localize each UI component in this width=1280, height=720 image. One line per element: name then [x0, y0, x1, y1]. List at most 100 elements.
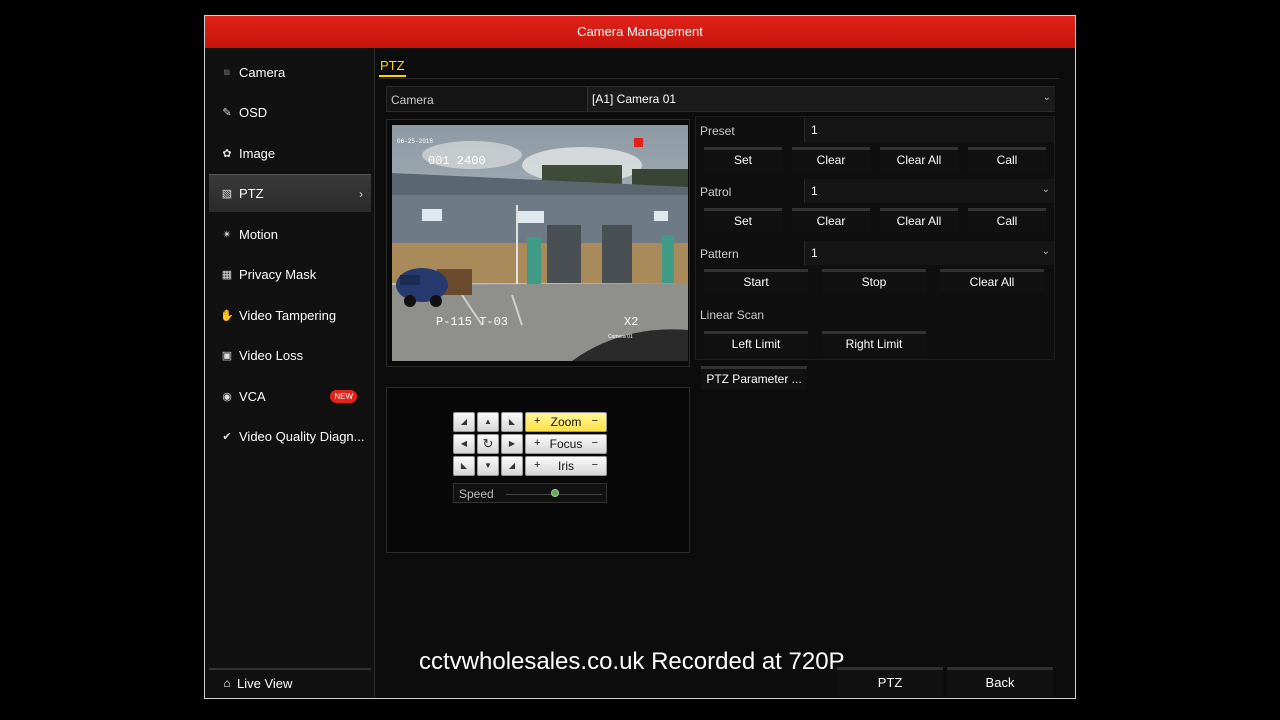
speed-slider[interactable]: Speed [453, 483, 607, 503]
preset-clear-button[interactable]: Clear [792, 147, 870, 171]
ptz-parameter-button[interactable]: PTZ Parameter ... [701, 366, 807, 390]
ptz-settings-panel: Preset 1 Set Clear Clear All Call Patrol… [695, 116, 1055, 360]
sidebar-item-video-loss[interactable]: ▣ Video Loss [209, 336, 371, 374]
arrow-down-right-icon: ◢ [508, 461, 516, 470]
patrol-call-button[interactable]: Call [968, 208, 1046, 232]
preset-call-button[interactable]: Call [968, 147, 1046, 171]
patrol-label: Patrol [700, 185, 732, 199]
pan-up-left-button[interactable]: ◢ [453, 412, 475, 432]
sidebar: ◾ Camera ✎ OSD ✿ Image ▧ PTZ › ✴ Motion … [205, 48, 375, 698]
osd-icon: ✎ [222, 106, 232, 119]
privacy-mask-icon: ▦ [221, 268, 233, 281]
pattern-stop-button[interactable]: Stop [822, 269, 926, 293]
preset-input[interactable]: 1 [804, 118, 1054, 142]
left-limit-button[interactable]: Left Limit [704, 331, 808, 355]
preview-osd-position: 001 2400 [428, 154, 486, 168]
home-icon: ⌂ [223, 676, 231, 690]
chevron-right-icon: › [359, 186, 363, 201]
chevron-down-icon: ⌄ [1041, 184, 1050, 195]
patrol-clear-button[interactable]: Clear [792, 208, 870, 232]
pan-up-right-button[interactable]: ◣ [501, 412, 523, 432]
tilt-up-button[interactable]: ▲ [477, 412, 499, 432]
zoom-control: + Zoom − [525, 412, 607, 432]
speed-handle[interactable] [551, 489, 559, 497]
preview-osd-camera-name: Camera 01 [608, 334, 633, 340]
camera-select-value: [A1] Camera 01 [592, 92, 677, 106]
sidebar-item-label: PTZ [239, 186, 264, 201]
arrow-up-icon: ▲ [484, 417, 492, 426]
preview-osd-zoom: X2 [624, 315, 638, 329]
auto-rotate-button[interactable]: ↻ [477, 434, 499, 454]
sidebar-item-video-tampering[interactable]: ✋ Video Tampering [209, 296, 371, 334]
ptz-icon: ▧ [221, 188, 233, 200]
chevron-down-icon: ⌄ [1041, 246, 1050, 257]
pattern-label: Pattern [700, 247, 739, 261]
image-icon: ✿ [222, 147, 232, 160]
preview-osd-pan-tilt: P-115 T-03 [436, 315, 508, 329]
arrow-up-right-icon: ◣ [508, 417, 516, 426]
arrow-right-icon: ▶ [508, 439, 516, 448]
patrol-select[interactable]: 1 ⌄ [804, 179, 1054, 203]
pattern-value: 1 [811, 246, 818, 260]
patrol-value: 1 [811, 184, 818, 198]
sidebar-item-video-quality-diagnosis[interactable]: ✔ Video Quality Diagn... [209, 417, 371, 455]
preview-osd-date: 06-25-2018 [397, 138, 433, 145]
sidebar-item-osd[interactable]: ✎ OSD [209, 93, 371, 131]
back-button[interactable]: Back [947, 667, 1053, 697]
ptz-footer-button[interactable]: PTZ [837, 667, 943, 697]
pattern-start-button[interactable]: Start [704, 269, 808, 293]
window-title: Camera Management [205, 16, 1075, 48]
arrow-up-left-icon: ◢ [460, 417, 468, 426]
preset-clear-all-button[interactable]: Clear All [880, 147, 958, 171]
sidebar-item-ptz[interactable]: ▧ PTZ › [209, 174, 371, 212]
focus-far-button[interactable]: − [592, 437, 598, 449]
arrow-down-left-icon: ◣ [460, 461, 468, 470]
tab-divider [379, 78, 1059, 79]
chevron-down-icon: ⌄ [1042, 92, 1051, 103]
sidebar-item-camera[interactable]: ◾ Camera [209, 53, 371, 91]
camera-preview-image: 06-25-2018 001 2400 P-115 T-03 X2 Camera… [392, 125, 688, 361]
camera-label: Camera [391, 93, 434, 107]
ptz-control-panel: ◢ ▲ ◣ ◀ ↻ ▶ ◣ ▼ ◢ + Zoom − + Focus − + I… [386, 387, 690, 553]
camera-select[interactable]: [A1] Camera 01 ⌄ [587, 87, 1055, 111]
preset-label: Preset [700, 124, 735, 138]
motion-icon: ✴ [222, 228, 232, 241]
arrow-left-icon: ◀ [460, 439, 468, 448]
pan-right-button[interactable]: ▶ [501, 434, 523, 454]
sidebar-item-motion[interactable]: ✴ Motion [209, 215, 371, 253]
zoom-out-button[interactable]: − [592, 415, 598, 427]
sidebar-item-label: Image [239, 145, 276, 161]
camera-management-window: Camera Management ◾ Camera ✎ OSD ✿ Image… [204, 15, 1076, 699]
sidebar-item-image[interactable]: ✿ Image [209, 134, 371, 172]
iris-control: + Iris − [525, 456, 607, 476]
iris-close-button[interactable]: − [592, 459, 598, 471]
diagnosis-icon: ✔ [222, 430, 232, 443]
speed-label: Speed [459, 487, 494, 501]
recording-watermark: cctvwholesales.co.uk Recorded at 720P [419, 648, 845, 675]
video-loss-icon: ▣ [221, 349, 233, 362]
preset-value: 1 [811, 123, 818, 137]
pattern-select[interactable]: 1 ⌄ [804, 241, 1054, 265]
pan-down-left-button[interactable]: ◣ [453, 456, 475, 476]
right-limit-button[interactable]: Right Limit [822, 331, 926, 355]
sidebar-item-privacy-mask[interactable]: ▦ Privacy Mask [209, 255, 371, 293]
preset-set-button[interactable]: Set [704, 147, 782, 171]
patrol-clear-all-button[interactable]: Clear All [880, 208, 958, 232]
sidebar-item-label: Video Loss [239, 347, 304, 363]
rotate-icon: ↻ [482, 436, 494, 451]
live-view-label: Live View [237, 675, 293, 691]
sidebar-item-label: Camera [239, 64, 286, 80]
patrol-set-button[interactable]: Set [704, 208, 782, 232]
vca-icon: ◉ [222, 390, 232, 403]
tilt-down-button[interactable]: ▼ [477, 456, 499, 476]
live-view-button[interactable]: ⌂ Live View [209, 668, 371, 696]
focus-control: + Focus − [525, 434, 607, 454]
pattern-clear-all-button[interactable]: Clear All [940, 269, 1044, 293]
camera-row: Camera [A1] Camera 01 ⌄ [386, 86, 1055, 112]
pan-down-right-button[interactable]: ◢ [501, 456, 523, 476]
pan-left-button[interactable]: ◀ [453, 434, 475, 454]
sidebar-item-label: Video Quality Diagn... [239, 428, 365, 444]
tab-ptz[interactable]: PTZ [379, 58, 406, 77]
new-badge: NEW [330, 389, 357, 403]
sidebar-item-vca[interactable]: ◉ VCA NEW [209, 377, 371, 415]
